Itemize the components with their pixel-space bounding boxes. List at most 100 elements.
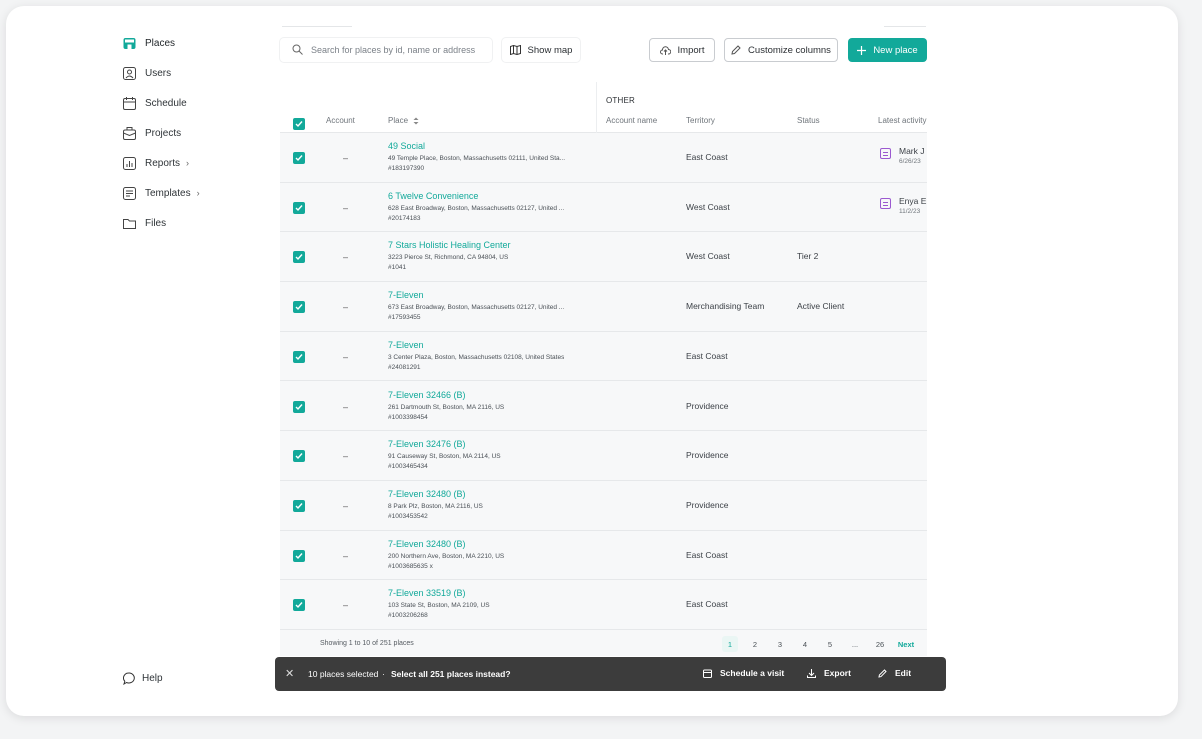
place-name-link[interactable]: 7-Eleven 33519 (B) — [388, 588, 466, 598]
account-cell: – — [343, 401, 349, 412]
table-row[interactable]: – 49 Social 49 Temple Place, Boston, Massa… — [280, 133, 927, 183]
row-checkbox[interactable] — [293, 599, 305, 612]
page-button[interactable]: 4 — [797, 636, 813, 652]
sidebar-item-projects[interactable]: Projects — [123, 123, 181, 143]
row-checkbox[interactable] — [293, 201, 305, 214]
latest-activity-cell[interactable]: Enya E 11/2/23 — [880, 196, 926, 215]
row-checkbox[interactable] — [293, 450, 305, 463]
customize-columns-label: Customize columns — [748, 44, 831, 56]
show-map-button[interactable]: Show map — [502, 38, 580, 62]
table-row[interactable]: – 7-Eleven 3 Center Plaza, Boston, Massach… — [280, 331, 927, 382]
table-row[interactable]: – 6 Twelve Convenience 628 East Broadway, … — [280, 182, 927, 233]
cloud-upload-icon — [659, 45, 671, 55]
row-checkbox[interactable] — [293, 400, 305, 413]
store-icon — [123, 37, 136, 50]
place-name-link[interactable]: 6 Twelve Convenience — [388, 191, 478, 201]
column-group-other: OTHER — [606, 96, 635, 105]
calendar-icon — [123, 96, 136, 110]
pencil-icon — [878, 668, 887, 678]
edit-button[interactable]: Edit — [878, 668, 911, 678]
import-label: Import — [677, 44, 705, 56]
chart-icon — [123, 156, 136, 170]
column-header-place[interactable]: Place — [388, 116, 419, 125]
row-checkbox[interactable] — [293, 499, 305, 512]
account-cell: – — [343, 451, 349, 462]
download-icon — [807, 668, 816, 678]
table-row[interactable]: – 7-Eleven 33519 (B) 103 State St, Boston,… — [280, 580, 927, 630]
row-checkbox[interactable] — [293, 251, 305, 264]
sort-icon[interactable] — [413, 117, 419, 125]
place-id: #20174183 — [388, 214, 421, 222]
select-all-checkbox[interactable] — [293, 118, 305, 130]
schedule-visit-label: Schedule a visit — [720, 668, 785, 678]
sidebar-item-places[interactable]: Places — [123, 33, 175, 53]
latest-activity-cell[interactable]: Mark J 6/26/23 — [880, 146, 925, 165]
select-all-link[interactable]: Select all 251 places instead? — [391, 669, 511, 679]
pencil-icon — [731, 45, 741, 55]
search-input[interactable]: Search for places by id, name or address — [280, 38, 492, 62]
table-row[interactable]: – 7 Stars Holistic Healing Center 3223 Pie… — [280, 232, 927, 283]
column-header-status[interactable]: Status — [797, 116, 820, 125]
row-checkbox[interactable] — [293, 350, 305, 363]
territory-cell: West Coast — [686, 201, 730, 212]
page-button[interactable]: 1 — [722, 636, 738, 652]
sidebar-item-label: Schedule — [145, 97, 187, 109]
page-button[interactable]: 3 — [772, 636, 788, 652]
territory-cell: West Coast — [686, 251, 730, 262]
place-name-link[interactable]: 49 Social — [388, 141, 425, 151]
place-address: 3 Center Plaza, Boston, Massachusetts 02… — [388, 353, 565, 361]
table-row[interactable]: – 7-Eleven 32480 (B) 200 Northern Ave, Bos… — [280, 530, 927, 581]
table-row[interactable]: – 7-Eleven 32476 (B) 91 Causeway St, Bosto… — [280, 431, 927, 481]
sidebar-item-label: Places — [145, 37, 176, 49]
sidebar-item-reports[interactable]: Reports › — [123, 153, 189, 173]
pagination-info: Showing 1 to 10 of 251 places — [320, 640, 414, 647]
chevron-right-icon: › — [196, 188, 200, 198]
page-button[interactable]: 26 — [872, 636, 888, 652]
schedule-visit-button[interactable]: Schedule a visit — [703, 668, 784, 678]
column-header-latest-activity[interactable]: Latest activity — [878, 116, 926, 125]
app-window: Places Users Schedule Projects Reports ›… — [6, 6, 1178, 716]
place-name-link[interactable]: 7-Eleven — [388, 340, 424, 350]
close-icon[interactable]: ✕ — [285, 667, 294, 680]
place-name-link[interactable]: 7-Eleven 32480 (B) — [388, 539, 466, 549]
sidebar-item-schedule[interactable]: Schedule — [123, 93, 187, 113]
page-button[interactable]: 2 — [747, 636, 763, 652]
place-name-link[interactable]: 7-Eleven — [388, 290, 424, 300]
column-header-territory[interactable]: Territory — [686, 116, 715, 125]
page-button[interactable]: 5 — [822, 636, 838, 652]
place-name-link[interactable]: 7-Eleven 32466 (B) — [388, 390, 466, 400]
row-checkbox[interactable] — [293, 152, 305, 164]
table-row[interactable]: – 7-Eleven 32466 (B) 261 Dartmouth St, Bos… — [280, 381, 927, 432]
column-header-account-name[interactable]: Account name — [606, 116, 657, 125]
table-row[interactable]: – 7-Eleven 673 East Broadway, Boston, Mass… — [280, 282, 927, 332]
sidebar-item-files[interactable]: Files — [123, 213, 166, 233]
separator-dot: · — [382, 669, 385, 679]
territory-cell: Providence — [686, 400, 729, 411]
account-cell: – — [343, 302, 349, 313]
row-checkbox[interactable] — [293, 301, 305, 314]
next-page-button[interactable]: Next — [894, 636, 918, 652]
territory-cell: East Coast — [686, 549, 728, 560]
table-row[interactable]: – 7-Eleven 32480 (B) 8 Park Plz, Boston, M… — [280, 480, 927, 531]
export-button[interactable]: Export — [807, 668, 851, 678]
place-id: #1041 — [388, 264, 407, 272]
import-button[interactable]: Import — [649, 38, 715, 62]
chat-bubble-icon — [123, 672, 136, 685]
column-header-account[interactable]: Account — [326, 116, 355, 125]
place-address: 8 Park Plz, Boston, MA 2116, US — [388, 502, 483, 510]
table-header: OTHER Account Place Account name Territo… — [280, 82, 927, 133]
place-address: 103 State St, Boston, MA 2109, US — [388, 602, 490, 610]
new-place-button[interactable]: New place — [848, 38, 927, 62]
row-checkbox[interactable] — [293, 549, 305, 562]
sidebar-item-label: Reports — [145, 157, 181, 169]
place-name-link[interactable]: 7-Eleven 32480 (B) — [388, 489, 466, 499]
plus-icon — [857, 45, 867, 55]
place-name-link[interactable]: 7-Eleven 32476 (B) — [388, 439, 466, 449]
place-name-link[interactable]: 7 Stars Holistic Healing Center — [388, 240, 511, 250]
activity-date: 6/26/23 — [899, 158, 921, 165]
sidebar-item-templates[interactable]: Templates › — [123, 183, 200, 203]
sidebar-item-users[interactable]: Users — [123, 63, 171, 83]
help-button[interactable]: Help — [123, 672, 163, 685]
customize-columns-button[interactable]: Customize columns — [724, 38, 838, 62]
sidebar-item-label: Templates — [145, 187, 191, 199]
